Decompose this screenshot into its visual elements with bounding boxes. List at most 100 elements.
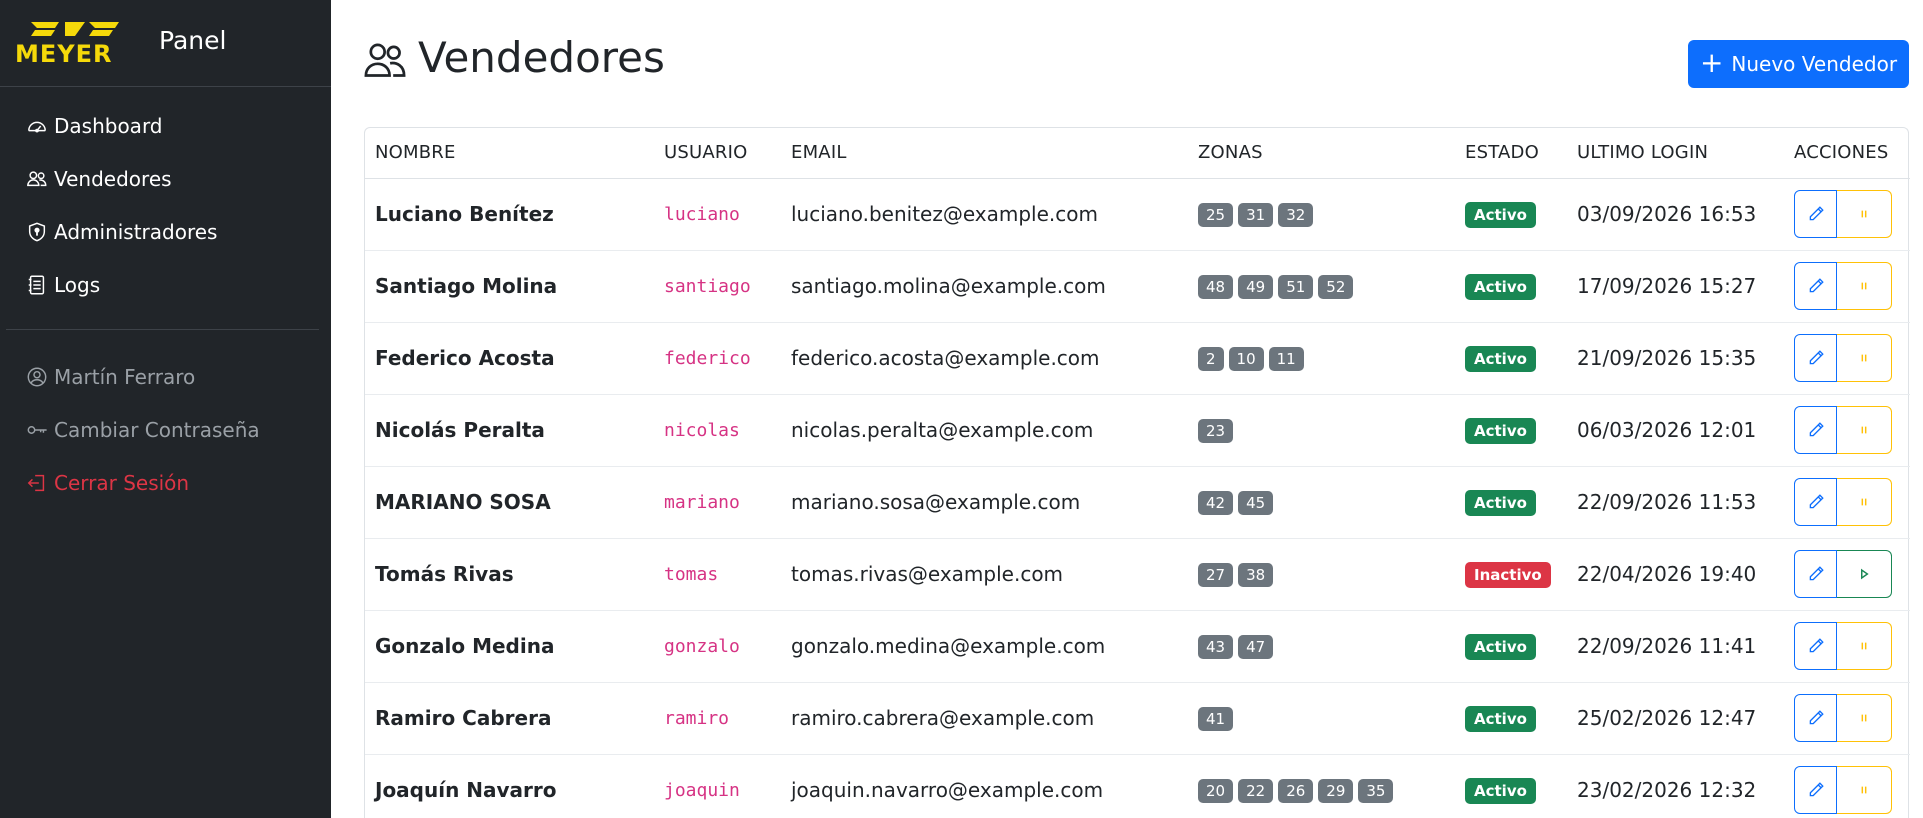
pause-button[interactable] xyxy=(1837,262,1892,310)
zone-badge: 51 xyxy=(1278,275,1314,299)
cell-status: Activo xyxy=(1455,322,1567,395)
pencil-icon xyxy=(1809,422,1824,437)
pause-button[interactable] xyxy=(1837,478,1892,526)
sidebar-item-logout[interactable]: Cerrar Sesión xyxy=(0,456,331,509)
cell-zones: 27 38 xyxy=(1188,538,1455,611)
pause-icon xyxy=(1861,786,1867,794)
cell-status: Activo xyxy=(1455,394,1567,467)
play-button[interactable] xyxy=(1837,550,1892,598)
cell-zones: 41 xyxy=(1188,682,1455,755)
cell-zones: 43 47 xyxy=(1188,610,1455,683)
action-group xyxy=(1794,334,1910,382)
cell-email: tomas.rivas@example.com xyxy=(781,538,1188,611)
sidebar-item-label: Logs xyxy=(54,272,101,297)
action-group xyxy=(1794,406,1910,454)
sidebar: MEYER Panel Dashboard Vendedores Adminis… xyxy=(0,0,331,818)
table-row: Ramiro Cabrera ramiro ramiro.cabrera@examp… xyxy=(365,682,1910,755)
table-row: Luciano Benítez luciano luciano.benitez@ex… xyxy=(365,178,1910,251)
cell-username: tomas xyxy=(654,538,781,611)
zone-badge: 43 xyxy=(1198,635,1234,659)
pause-button[interactable] xyxy=(1837,406,1892,454)
pencil-icon xyxy=(1809,710,1824,725)
zone-badge: 2 xyxy=(1198,347,1224,371)
table-header-row: NOMBRE USUARIO EMAIL ZONAS ESTADO ULTIMO… xyxy=(365,128,1910,179)
column-header-email: EMAIL xyxy=(781,128,1188,179)
status-badge: Activo xyxy=(1465,201,1536,228)
cell-zones: 48 49 51 52 xyxy=(1188,250,1455,323)
action-group xyxy=(1794,262,1910,310)
edit-button[interactable] xyxy=(1794,622,1837,670)
sidebar-divider xyxy=(6,329,319,330)
vendors-table-container: NOMBRE USUARIO EMAIL ZONAS ESTADO ULTIMO… xyxy=(364,127,1910,818)
cell-actions xyxy=(1784,610,1910,683)
cell-email: mariano.sosa@example.com xyxy=(781,466,1188,539)
cell-actions xyxy=(1784,394,1910,467)
edit-button[interactable] xyxy=(1794,262,1837,310)
pencil-icon xyxy=(1809,494,1824,509)
cell-actions xyxy=(1784,178,1910,251)
zone-badge: 27 xyxy=(1198,563,1234,587)
cell-last-login: 25/02/2026 12:47 xyxy=(1567,682,1784,755)
sidebar-item-label: Administradores xyxy=(54,219,218,244)
zone-badge: 41 xyxy=(1198,707,1234,731)
key-icon xyxy=(27,425,47,434)
sidebar-item-logs[interactable]: Logs xyxy=(0,258,331,311)
pause-icon xyxy=(1861,498,1867,506)
zone-badge: 25 xyxy=(1198,203,1234,227)
edit-button[interactable] xyxy=(1794,406,1837,454)
pause-button[interactable] xyxy=(1837,694,1892,742)
pause-button[interactable] xyxy=(1837,766,1892,814)
meyer-logo: MEYER xyxy=(15,22,119,68)
cell-username: santiago xyxy=(654,250,781,323)
zone-badge: 22 xyxy=(1238,779,1274,803)
sidebar-user[interactable]: Martín Ferraro xyxy=(0,350,331,403)
zone-badge: 52 xyxy=(1318,275,1354,299)
action-group xyxy=(1794,478,1910,526)
cell-name: Ramiro Cabrera xyxy=(365,682,654,755)
pause-button[interactable] xyxy=(1837,334,1892,382)
edit-button[interactable] xyxy=(1794,550,1837,598)
edit-button[interactable] xyxy=(1794,478,1837,526)
sidebar-item-dashboard[interactable]: Dashboard xyxy=(0,99,331,152)
plus-icon: + xyxy=(1699,45,1724,79)
cell-status: Activo xyxy=(1455,250,1567,323)
cell-name: Joaquín Navarro xyxy=(365,754,654,818)
status-badge: Activo xyxy=(1465,489,1536,516)
pencil-icon xyxy=(1809,782,1824,797)
cell-status: Activo xyxy=(1455,682,1567,755)
column-header-ultimo-login: ULTIMO LOGIN xyxy=(1567,128,1784,179)
pause-button[interactable] xyxy=(1837,190,1892,238)
edit-button[interactable] xyxy=(1794,694,1837,742)
table-row: Gonzalo Medina gonzalo gonzalo.medina@exam… xyxy=(365,610,1910,683)
zone-badge: 38 xyxy=(1238,563,1274,587)
svg-text:MEYER: MEYER xyxy=(15,40,113,68)
main-content: Vendedores + Nuevo Vendedor NOMBRE USUAR… xyxy=(331,0,1923,818)
new-vendor-button[interactable]: + Nuevo Vendedor xyxy=(1688,40,1909,88)
sidebar-item-label: Cerrar Sesión xyxy=(54,470,190,495)
edit-button[interactable] xyxy=(1794,334,1837,382)
zone-badge: 32 xyxy=(1278,203,1314,227)
status-badge: Activo xyxy=(1465,273,1536,300)
cell-status: Activo xyxy=(1455,178,1567,251)
status-badge: Activo xyxy=(1465,705,1536,732)
edit-button[interactable] xyxy=(1794,190,1837,238)
cell-actions xyxy=(1784,754,1910,818)
cell-email: nicolas.peralta@example.com xyxy=(781,394,1188,467)
sidebar-item-vendedores[interactable]: Vendedores xyxy=(0,152,331,205)
sidebar-item-change-password[interactable]: Cambiar Contraseña xyxy=(0,403,331,456)
cell-last-login: 23/02/2026 12:32 xyxy=(1567,754,1784,818)
status-badge: Activo xyxy=(1465,345,1536,372)
cell-email: federico.acosta@example.com xyxy=(781,322,1188,395)
pause-button[interactable] xyxy=(1837,622,1892,670)
edit-button[interactable] xyxy=(1794,766,1837,814)
brand[interactable]: MEYER Panel xyxy=(0,0,331,87)
action-group xyxy=(1794,190,1910,238)
cell-username: nicolas xyxy=(654,394,781,467)
page-header: Vendedores + Nuevo Vendedor xyxy=(331,0,1923,120)
table-row: Nicolás Peralta nicolas nicolas.peralta@ex… xyxy=(365,394,1910,467)
column-header-nombre: NOMBRE xyxy=(365,128,654,179)
zone-badge: 47 xyxy=(1238,635,1274,659)
sidebar-item-administradores[interactable]: Administradores xyxy=(0,205,331,258)
cell-status: Inactivo xyxy=(1455,538,1567,611)
cell-email: joaquin.navarro@example.com xyxy=(781,754,1188,818)
